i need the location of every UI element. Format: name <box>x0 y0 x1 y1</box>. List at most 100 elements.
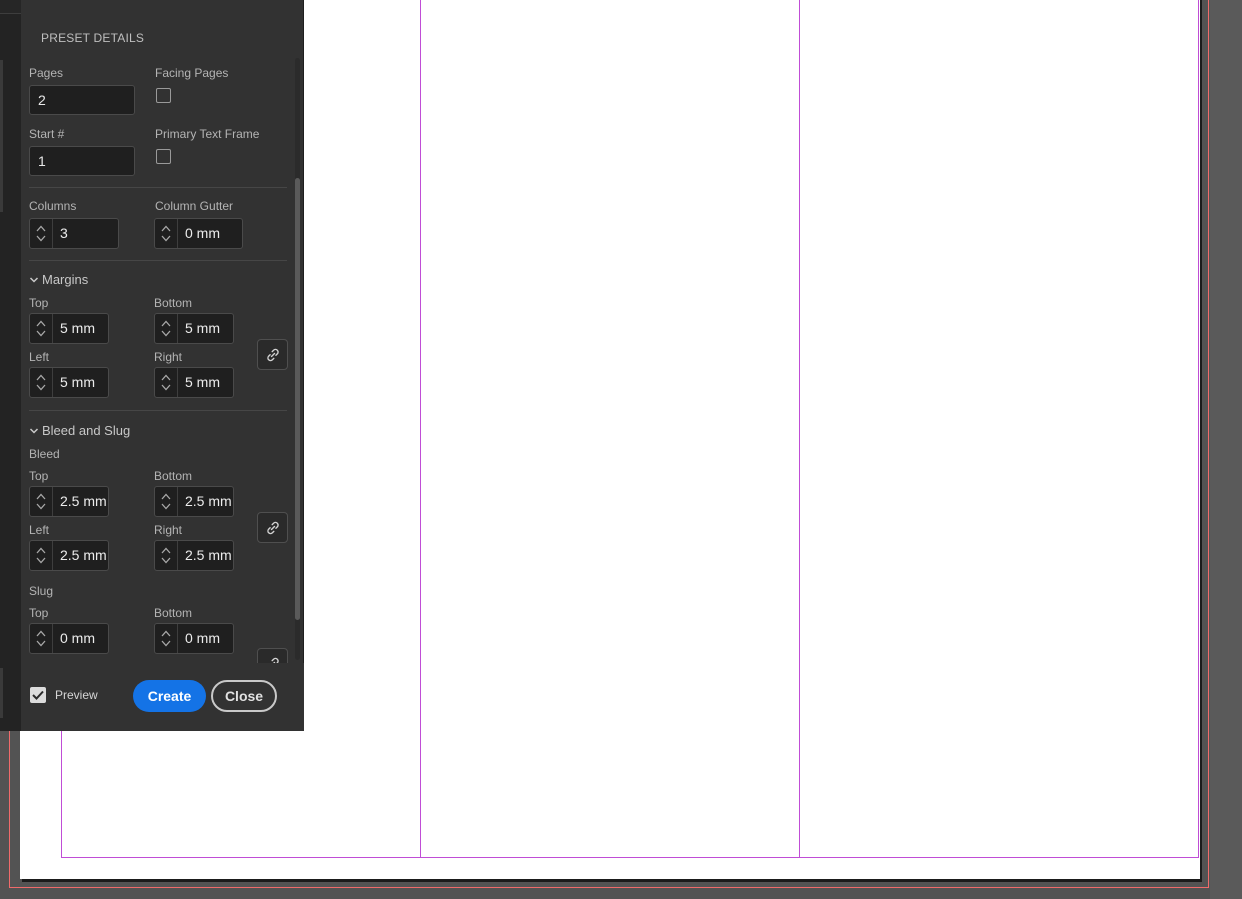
margin-left-stepper[interactable]: 5 mm <box>29 367 109 398</box>
columns-value[interactable]: 3 <box>53 219 68 248</box>
column-gutter-stepper-arrows[interactable] <box>155 219 178 248</box>
margin-left-value[interactable]: 5 mm <box>53 368 95 397</box>
bleed-bottom-label: Bottom <box>154 469 193 483</box>
checkmark-icon <box>32 690 44 700</box>
bleed-top-stepper[interactable]: 2.5 mm <box>29 486 109 517</box>
link-bleed-button[interactable] <box>257 512 288 543</box>
chevron-up-icon[interactable] <box>36 630 46 637</box>
chevron-up-icon[interactable] <box>36 547 46 554</box>
dialog-left-column <box>0 0 22 731</box>
bleed-right-stepper[interactable]: 2.5 mm <box>154 540 234 571</box>
bleed-bottom-stepper[interactable]: 2.5 mm <box>154 486 234 517</box>
margin-top-value[interactable]: 5 mm <box>53 314 95 343</box>
bleed-bottom-value[interactable]: 2.5 mm <box>178 487 232 516</box>
margin-bottom-label: Bottom <box>154 296 193 310</box>
divider <box>29 260 287 261</box>
bleed-bottom-stepper-arrows[interactable] <box>155 487 178 516</box>
link-margins-button[interactable] <box>257 339 288 370</box>
margin-bottom-value[interactable]: 5 mm <box>178 314 220 343</box>
bleed-right-value[interactable]: 2.5 mm <box>178 541 232 570</box>
columns-stepper[interactable]: 3 <box>29 218 119 249</box>
slug-subtitle: Slug <box>29 584 54 598</box>
margin-right-stepper[interactable]: 5 mm <box>154 367 234 398</box>
chevron-up-icon[interactable] <box>36 493 46 500</box>
panel-header: PRESET DETAILS <box>41 31 145 45</box>
bleed-top-stepper-arrows[interactable] <box>30 487 53 516</box>
chevron-up-icon[interactable] <box>36 225 46 232</box>
chevron-down-icon[interactable] <box>36 640 46 647</box>
link-slug-button[interactable] <box>257 648 288 663</box>
divider <box>29 187 287 188</box>
column-gutter-value[interactable]: 0 mm <box>178 219 220 248</box>
chevron-up-icon[interactable] <box>161 630 171 637</box>
slug-bottom-stepper-arrows[interactable] <box>155 624 178 653</box>
chevron-up-icon[interactable] <box>161 493 171 500</box>
bleed-top-label: Top <box>29 469 49 483</box>
chevron-up-icon[interactable] <box>161 320 171 327</box>
slug-top-stepper-arrows[interactable] <box>30 624 53 653</box>
chevron-up-icon[interactable] <box>36 320 46 327</box>
chevron-down-icon[interactable] <box>161 557 171 564</box>
close-button[interactable]: Close <box>211 680 277 712</box>
bleed-left-stepper-arrows[interactable] <box>30 541 53 570</box>
column-gutter-stepper[interactable]: 0 mm <box>154 218 243 249</box>
scrollbar-thumb[interactable] <box>295 178 300 620</box>
link-icon <box>271 657 279 663</box>
chevron-down-icon[interactable] <box>29 275 39 285</box>
chevron-down-icon[interactable] <box>161 235 171 242</box>
link-icon <box>267 521 279 535</box>
chevron-down-icon[interactable] <box>161 640 171 647</box>
margin-top-stepper-arrows[interactable] <box>30 314 53 343</box>
chevron-up-icon[interactable] <box>161 547 171 554</box>
facing-pages-checkbox[interactable] <box>156 88 171 103</box>
columns-label: Columns <box>29 199 77 213</box>
chevron-down-icon[interactable] <box>161 503 171 510</box>
pasteboard-right <box>1210 0 1242 899</box>
link-slug-button-frame[interactable] <box>257 648 288 663</box>
chevron-up-icon[interactable] <box>36 374 46 381</box>
chevron-down-icon[interactable] <box>36 557 46 564</box>
chevron-down-icon[interactable] <box>36 503 46 510</box>
margin-left-label: Left <box>29 350 50 364</box>
bleed-right-stepper-arrows[interactable] <box>155 541 178 570</box>
slug-bottom-value[interactable]: 0 mm <box>178 624 220 653</box>
chevron-down-icon[interactable] <box>161 384 171 391</box>
bleed-left-stepper[interactable]: 2.5 mm <box>29 540 109 571</box>
margin-right-stepper-arrows[interactable] <box>155 368 178 397</box>
primary-text-frame-checkbox[interactable] <box>156 149 171 164</box>
chevron-down-icon[interactable] <box>36 384 46 391</box>
slug-top-value[interactable]: 0 mm <box>53 624 95 653</box>
column-guide-1 <box>420 0 421 858</box>
pages-input[interactable]: 2 <box>29 85 135 115</box>
slug-top-stepper[interactable]: 0 mm <box>29 623 109 654</box>
start-number-input[interactable]: 1 <box>29 146 135 176</box>
margin-left-stepper-arrows[interactable] <box>30 368 53 397</box>
margin-top-label: Top <box>29 296 49 310</box>
margin-top-stepper[interactable]: 5 mm <box>29 313 109 344</box>
bleed-slug-section-title[interactable]: Bleed and Slug <box>42 423 130 438</box>
dialog-footer: Preview Create Close <box>21 663 304 731</box>
chevron-down-icon[interactable] <box>161 330 171 337</box>
preview-checkbox[interactable] <box>30 687 46 703</box>
margins-section-title[interactable]: Margins <box>42 272 88 287</box>
pages-label: Pages <box>29 66 64 80</box>
chevron-up-icon[interactable] <box>161 374 171 381</box>
margin-right-label: Right <box>154 350 183 364</box>
create-button[interactable]: Create <box>133 680 206 712</box>
divider <box>29 410 287 411</box>
preview-label[interactable]: Preview <box>55 688 98 702</box>
chevron-down-icon[interactable] <box>36 235 46 242</box>
chevron-down-icon[interactable] <box>36 330 46 337</box>
chevron-down-icon[interactable] <box>29 426 39 436</box>
column-gutter-label: Column Gutter <box>155 199 234 213</box>
slug-bottom-stepper[interactable]: 0 mm <box>154 623 234 654</box>
margin-right-value[interactable]: 5 mm <box>178 368 220 397</box>
columns-stepper-arrows[interactable] <box>30 219 53 248</box>
column-guide-2 <box>799 0 800 858</box>
margin-bottom-stepper[interactable]: 5 mm <box>154 313 234 344</box>
primary-text-frame-label: Primary Text Frame <box>155 127 260 141</box>
bleed-left-value[interactable]: 2.5 mm <box>53 541 107 570</box>
margin-bottom-stepper-arrows[interactable] <box>155 314 178 343</box>
bleed-top-value[interactable]: 2.5 mm <box>53 487 107 516</box>
chevron-up-icon[interactable] <box>161 225 171 232</box>
